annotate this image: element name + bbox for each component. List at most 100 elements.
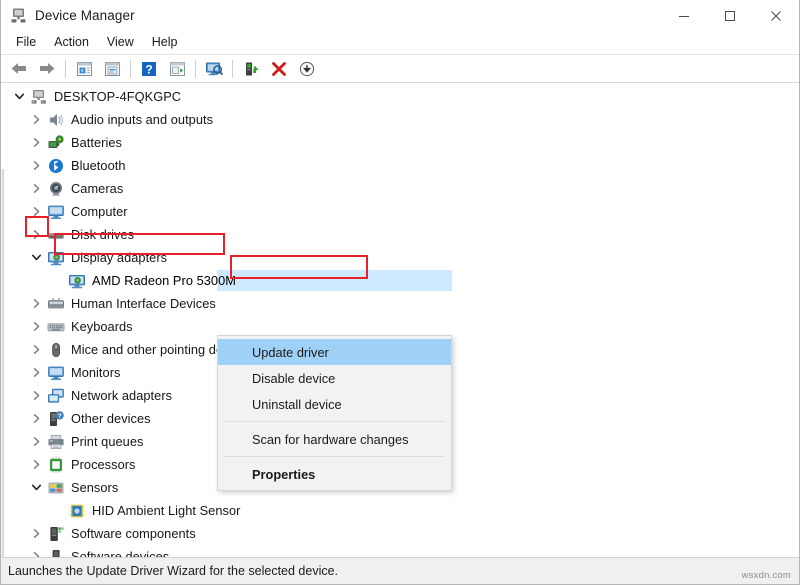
expand-chevron-icon[interactable] — [26, 154, 46, 177]
expand-chevron-icon[interactable] — [26, 384, 46, 407]
status-bar: Launches the Update Driver Wizard for th… — [1, 557, 799, 584]
monitor-search-icon[interactable] — [200, 57, 228, 81]
expand-chevron-icon[interactable] — [26, 522, 46, 545]
display-adapter-icon — [46, 248, 66, 268]
mouse-icon — [46, 340, 66, 360]
tree-row[interactable]: Cameras — [9, 177, 799, 200]
context-menu[interactable]: Update driverDisable deviceUninstall dev… — [217, 335, 452, 491]
context-menu-item[interactable]: Update driver — [218, 339, 451, 365]
tree-row-label: Cameras — [71, 181, 123, 196]
update-driver-icon[interactable] — [237, 57, 265, 81]
menu-view[interactable]: View — [98, 32, 143, 53]
tree-row[interactable]: HID Ambient Light Sensor — [9, 499, 799, 522]
expand-chevron-icon[interactable] — [26, 246, 46, 269]
tree-row[interactable]: Software components — [9, 522, 799, 545]
menu-help[interactable]: Help — [143, 32, 187, 53]
tree-row[interactable]: AMD Radeon Pro 5300M — [9, 269, 799, 292]
network-adapter-icon — [46, 386, 66, 406]
uninstall-device-icon[interactable] — [265, 57, 293, 81]
expand-chevron-icon[interactable] — [26, 476, 46, 499]
expand-chevron-icon[interactable] — [26, 407, 46, 430]
svg-text:?: ? — [58, 413, 62, 420]
scan-for-hardware-changes-icon[interactable] — [163, 57, 191, 81]
tree-row-label: Bluetooth — [71, 158, 126, 173]
keyboard-icon — [46, 317, 66, 337]
tree-row[interactable]: Disk drives — [9, 223, 799, 246]
expand-chevron-icon[interactable] — [26, 361, 46, 384]
forward-arrow-icon[interactable] — [33, 57, 61, 81]
toolbar: ? — [1, 55, 799, 83]
processor-icon — [46, 455, 66, 475]
menu-action[interactable]: Action — [45, 32, 98, 53]
tree-row[interactable]: Display adapters — [9, 246, 799, 269]
toolbar-separator — [130, 60, 131, 78]
back-arrow-icon[interactable] — [5, 57, 33, 81]
tree-row-label: Monitors — [71, 365, 120, 380]
expand-chevron-icon[interactable] — [26, 545, 46, 557]
window-controls — [661, 0, 799, 31]
device-tree-panel[interactable]: DESKTOP-4FQKGPC Audio inputs and outputs… — [1, 83, 799, 557]
tree-row-label: Network adapters — [71, 388, 172, 403]
toolbar-separator — [65, 60, 66, 78]
bluetooth-icon — [46, 156, 66, 176]
watermark: wsxdn.com — [742, 570, 791, 581]
other-device-icon: ? — [46, 409, 66, 429]
expand-chevron-icon[interactable] — [26, 223, 46, 246]
context-menu-separator — [224, 421, 445, 422]
disk-drive-icon — [46, 225, 66, 245]
context-menu-item[interactable]: Uninstall device — [218, 391, 451, 417]
expand-chevron-icon[interactable] — [26, 430, 46, 453]
tree-row[interactable]: Audio inputs and outputs — [9, 108, 799, 131]
tree-row-label: Sensors — [71, 480, 118, 495]
expand-chevron-icon[interactable] — [26, 453, 46, 476]
expand-chevron-icon[interactable] — [26, 338, 46, 361]
speaker-icon — [46, 110, 66, 130]
hid-icon — [46, 294, 66, 314]
context-menu-item[interactable]: Properties — [218, 461, 451, 487]
tree-row[interactable]: Computer — [9, 200, 799, 223]
tree-row-label: Print queues — [71, 434, 143, 449]
tree-row[interactable]: Batteries — [9, 131, 799, 154]
tree-row-label: Keyboards — [71, 319, 133, 334]
tree-row-label: Software components — [71, 526, 196, 541]
tree-row[interactable]: Software devices — [9, 545, 799, 557]
menu-bar: File Action View Help — [1, 31, 799, 55]
device-manager-icon — [10, 7, 27, 24]
context-menu-item[interactable]: Scan for hardware changes — [218, 426, 451, 452]
software-component-icon — [46, 524, 66, 544]
tree-row-root[interactable]: DESKTOP-4FQKGPC — [9, 85, 799, 108]
title-bar: Device Manager — [1, 0, 799, 31]
toolbar-separator — [232, 60, 233, 78]
expand-chevron-icon[interactable] — [26, 200, 46, 223]
monitor-icon — [46, 202, 66, 222]
expand-chevron-icon[interactable] — [26, 108, 46, 131]
properties-window-icon[interactable] — [98, 57, 126, 81]
tree-row-label: HID Ambient Light Sensor — [92, 503, 240, 518]
toolbar-separator — [195, 60, 196, 78]
context-menu-item[interactable]: Disable device — [218, 365, 451, 391]
maximize-button[interactable] — [707, 0, 753, 31]
help-icon[interactable]: ? — [135, 57, 163, 81]
tree-row[interactable]: Bluetooth — [9, 154, 799, 177]
computer-root-icon — [29, 87, 49, 107]
expand-chevron-icon[interactable] — [26, 177, 46, 200]
tree-row[interactable]: Human Interface Devices — [9, 292, 799, 315]
tree-row-label: Software devices — [71, 549, 169, 557]
expand-chevron-icon[interactable] — [26, 315, 46, 338]
expand-chevron-icon[interactable] — [26, 292, 46, 315]
sensor-device-icon — [67, 501, 87, 521]
expand-chevron-icon[interactable] — [9, 85, 29, 108]
tree-row-label: Audio inputs and outputs — [71, 112, 213, 127]
minimize-button[interactable] — [661, 0, 707, 31]
menu-file[interactable]: File — [7, 32, 45, 53]
tree-leaf-spacer — [47, 499, 67, 522]
sensor-icon — [46, 478, 66, 498]
close-button[interactable] — [753, 0, 799, 31]
battery-icon — [46, 133, 66, 153]
svg-text:?: ? — [145, 62, 152, 76]
show-hide-console-tree-icon[interactable] — [70, 57, 98, 81]
disable-device-icon[interactable] — [293, 57, 321, 81]
expand-chevron-icon[interactable] — [26, 131, 46, 154]
software-device-icon — [46, 547, 66, 558]
tree-row-label: Display adapters — [71, 250, 167, 265]
